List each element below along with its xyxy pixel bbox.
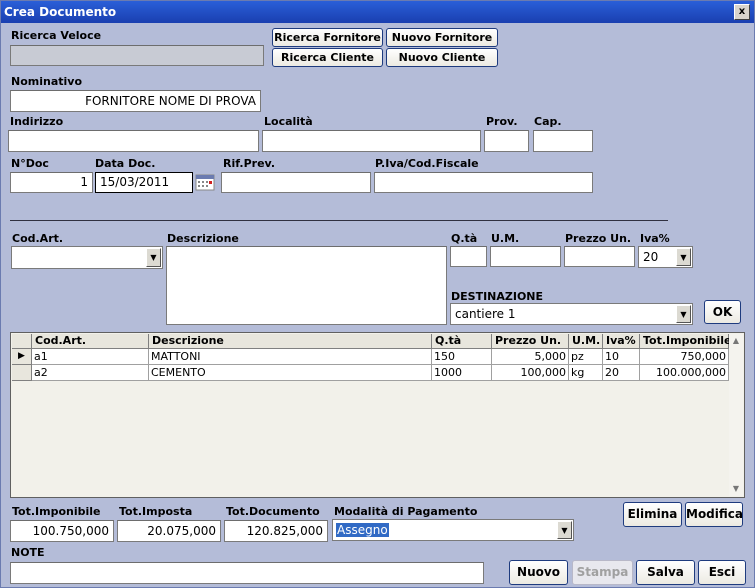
exit-button[interactable]: Esci xyxy=(698,560,746,585)
chevron-down-icon[interactable]: ▼ xyxy=(676,248,691,266)
crea-documento-window: Crea Documento x Ricerca Veloce Ricerca … xyxy=(0,0,755,588)
delete-button[interactable]: Elimina xyxy=(623,502,682,527)
codart-label: Cod.Art. xyxy=(12,232,64,245)
piva-label: P.Iva/Cod.Fiscale xyxy=(375,157,479,170)
col-header-um[interactable]: U.M. xyxy=(569,334,603,349)
iva-value: 20 xyxy=(643,250,659,264)
quick-search-input[interactable] xyxy=(10,45,264,66)
grid-vertical-scrollbar[interactable]: ▲ ▼ xyxy=(729,334,743,496)
chevron-down-icon[interactable]: ▼ xyxy=(557,521,572,539)
search-client-button[interactable]: Ricerca Cliente xyxy=(272,48,383,67)
new-client-button[interactable]: Nuovo Cliente xyxy=(386,48,498,67)
pagamento-label: Modalità di Pagamento xyxy=(334,505,478,518)
table-row-cell[interactable]: 5,000 xyxy=(492,349,569,365)
rifprev-label: Rif.Prev. xyxy=(223,157,276,170)
localita-label: Località xyxy=(264,115,313,128)
iva-combobox[interactable]: 20 ▼ xyxy=(638,246,693,268)
destinazione-label: DESTINAZIONE xyxy=(451,290,544,303)
table-row-cell[interactable]: CEMENTO xyxy=(149,365,432,381)
tot-imposta-label: Tot.Imposta xyxy=(119,505,193,518)
table-row-cell[interactable]: pz xyxy=(569,349,603,365)
localita-field[interactable] xyxy=(262,130,481,152)
row-selector-pointer[interactable]: ▶ xyxy=(12,349,32,365)
piva-field[interactable] xyxy=(374,172,593,193)
tot-imponibile-field[interactable]: 100.750,000 xyxy=(10,520,114,542)
table-row-cell[interactable]: 100.000,000 xyxy=(640,365,729,381)
nominativo-field[interactable]: FORNITORE NOME DI PROVA xyxy=(10,90,261,112)
datadoc-label: Data Doc. xyxy=(95,157,156,170)
items-grid[interactable]: Cod.Art. Descrizione Q.tà Prezzo Un. U.M… xyxy=(10,332,745,498)
quick-search-label: Ricerca Veloce xyxy=(11,29,102,42)
codart-combobox[interactable]: ▼ xyxy=(11,246,163,269)
row-selector[interactable] xyxy=(12,365,32,381)
chevron-down-icon[interactable]: ▼ xyxy=(146,248,161,267)
table-row-cell[interactable]: 750,000 xyxy=(640,349,729,365)
col-header-qta[interactable]: Q.tà xyxy=(432,334,492,349)
table-row-cell[interactable]: 150 xyxy=(432,349,492,365)
cap-field[interactable] xyxy=(533,130,593,152)
ndoc-label: N°Doc xyxy=(11,157,49,170)
save-button[interactable]: Salva xyxy=(636,560,695,585)
search-supplier-button[interactable]: Ricerca Fornitore xyxy=(272,28,383,47)
table-row-cell[interactable]: MATTONI xyxy=(149,349,432,365)
tot-documento-label: Tot.Documento xyxy=(226,505,320,518)
destinazione-value: cantiere 1 xyxy=(455,307,516,321)
pagamento-value: Assegno xyxy=(336,523,389,537)
table-row-cell[interactable]: 20 xyxy=(603,365,640,381)
col-header-prezzo[interactable]: Prezzo Un. xyxy=(492,334,569,349)
col-header-codart[interactable]: Cod.Art. xyxy=(32,334,149,349)
descrizione-textarea[interactable] xyxy=(166,246,447,325)
col-header-imponibile[interactable]: Tot.Imponibile xyxy=(640,334,732,349)
note-label: NOTE xyxy=(11,546,45,559)
rifprev-field[interactable] xyxy=(221,172,371,193)
scroll-up-icon[interactable]: ▲ xyxy=(729,334,743,348)
tot-imposta-field[interactable]: 20.075,000 xyxy=(117,520,221,542)
prov-field[interactable] xyxy=(484,130,529,152)
cap-label: Cap. xyxy=(534,115,562,128)
print-button[interactable]: Stampa xyxy=(572,560,633,585)
table-row-cell[interactable]: 100,000 xyxy=(492,365,569,381)
title-bar: Crea Documento x xyxy=(1,1,754,23)
calendar-icon[interactable] xyxy=(194,172,216,192)
destinazione-combobox[interactable]: cantiere 1 ▼ xyxy=(450,303,693,325)
col-header-descrizione[interactable]: Descrizione xyxy=(149,334,432,349)
chevron-down-icon[interactable]: ▼ xyxy=(676,305,691,323)
table-row-cell[interactable]: a2 xyxy=(32,365,149,381)
table-row-cell[interactable]: 10 xyxy=(603,349,640,365)
scroll-down-icon[interactable]: ▼ xyxy=(729,482,743,496)
um-field[interactable] xyxy=(490,246,561,267)
col-header-iva[interactable]: Iva% xyxy=(603,334,640,349)
modify-button[interactable]: Modifica xyxy=(685,502,743,527)
nominativo-label: Nominativo xyxy=(11,75,83,88)
indirizzo-label: Indirizzo xyxy=(10,115,64,128)
indirizzo-field[interactable] xyxy=(8,130,259,152)
tot-documento-field[interactable]: 120.825,000 xyxy=(224,520,328,542)
prezzo-label: Prezzo Un. xyxy=(565,232,632,245)
new-document-button[interactable]: Nuovo xyxy=(509,560,568,585)
prov-label: Prov. xyxy=(486,115,518,128)
datadoc-field[interactable]: 15/03/2011 xyxy=(95,172,193,193)
ok-button[interactable]: OK xyxy=(704,300,741,324)
table-row-cell[interactable]: a1 xyxy=(32,349,149,365)
close-button[interactable]: x xyxy=(734,4,750,20)
um-label: U.M. xyxy=(491,232,520,245)
iva-label: Iva% xyxy=(640,232,670,245)
new-supplier-button[interactable]: Nuovo Fornitore xyxy=(386,28,498,47)
pagamento-combobox[interactable]: Assegno ▼ xyxy=(332,519,574,541)
note-field[interactable] xyxy=(10,562,484,584)
table-row-cell[interactable]: 1000 xyxy=(432,365,492,381)
qta-label: Q.tà xyxy=(451,232,478,245)
table-row-cell[interactable]: kg xyxy=(569,365,603,381)
qta-field[interactable] xyxy=(450,246,487,267)
grid-corner xyxy=(12,334,32,349)
descrizione-label: Descrizione xyxy=(167,232,239,245)
section-divider xyxy=(10,220,668,221)
prezzo-field[interactable] xyxy=(564,246,635,267)
window-title: Crea Documento xyxy=(4,5,117,19)
tot-imponibile-label: Tot.Imponibile xyxy=(12,505,101,518)
ndoc-field[interactable]: 1 xyxy=(10,172,93,193)
